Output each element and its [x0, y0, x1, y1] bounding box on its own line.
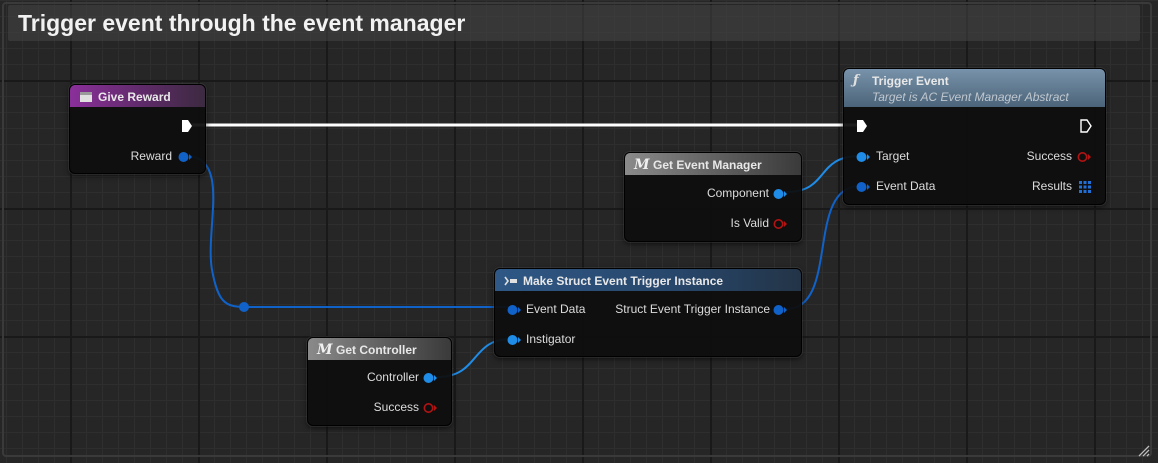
macro-icon: M	[634, 157, 650, 173]
node-header: ƒ Trigger Event Target is AC Event Manag…	[844, 69, 1105, 107]
node-make-struct[interactable]: Make Struct Event Trigger Instance Event…	[494, 268, 802, 357]
node-header: M Get Controller	[308, 338, 451, 360]
macro-icon: M	[317, 342, 333, 358]
exec-out-pin[interactable]	[180, 119, 194, 133]
controller-pin[interactable]	[423, 372, 437, 384]
node-header: Make Struct Event Trigger Instance	[495, 269, 801, 291]
resize-grip-icon[interactable]	[1136, 443, 1150, 457]
results-grid-icon[interactable]	[1079, 181, 1091, 193]
exec-out-pin[interactable]	[1079, 119, 1093, 133]
event-icon	[79, 90, 93, 104]
make-struct-icon	[504, 274, 518, 288]
node-header: M Get Event Manager	[625, 153, 801, 175]
function-icon: ƒ	[853, 73, 859, 88]
node-title: Get Event Manager	[653, 158, 762, 172]
instigator-pin[interactable]	[507, 334, 521, 346]
pin-label: Event Data	[526, 302, 586, 316]
pin-label: Success	[373, 400, 419, 414]
node-title: Get Controller	[336, 343, 417, 357]
pin-label: Reward	[130, 149, 172, 163]
component-pin[interactable]	[773, 188, 787, 200]
pin-label: Struct Event Trigger Instance	[615, 302, 770, 316]
node-trigger-event[interactable]: ƒ Trigger Event Target is AC Event Manag…	[843, 68, 1106, 205]
success-pin[interactable]	[1077, 151, 1091, 163]
node-get-event-manager[interactable]: M Get Event Manager Component Is Valid	[624, 152, 802, 242]
target-pin[interactable]	[856, 151, 870, 163]
node-get-controller[interactable]: M Get Controller Controller Success	[307, 337, 452, 426]
event-data-pin[interactable]	[507, 304, 521, 316]
exec-in-pin[interactable]	[855, 119, 869, 133]
reroute-node[interactable]	[239, 302, 249, 312]
node-title: Make Struct Event Trigger Instance	[523, 274, 724, 288]
node-give-reward[interactable]: Give Reward Reward	[69, 84, 206, 174]
event-data-pin[interactable]	[856, 181, 870, 193]
node-title: Give Reward	[98, 90, 171, 104]
pin-label: Results	[1031, 179, 1072, 193]
node-title: Trigger Event	[872, 74, 949, 88]
reward-wire[interactable]	[188, 155, 246, 308]
struct-output-pin[interactable]	[773, 304, 787, 316]
reward-pin[interactable]	[178, 151, 192, 163]
pin-label: Success	[1026, 149, 1072, 163]
node-header: Give Reward	[70, 85, 205, 107]
is-valid-pin[interactable]	[773, 218, 787, 230]
pin-label: Is Valid	[730, 216, 769, 230]
pin-label: Instigator	[526, 332, 576, 346]
pin-label: Target	[876, 149, 910, 163]
pin-label: Controller	[366, 370, 419, 384]
pin-label: Component	[706, 186, 769, 200]
pin-label: Event Data	[876, 179, 936, 193]
node-subtitle: Target is AC Event Manager Abstract	[872, 90, 1069, 104]
success-pin[interactable]	[423, 402, 437, 414]
